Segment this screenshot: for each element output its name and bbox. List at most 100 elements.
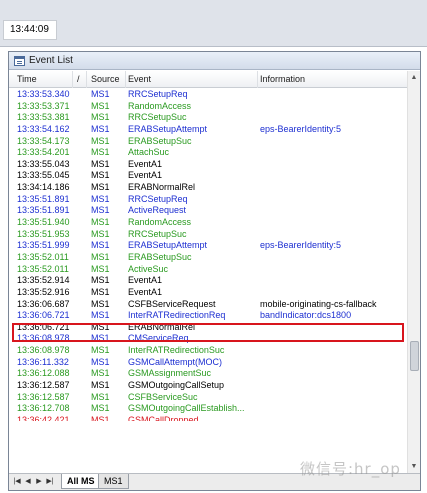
- table-row[interactable]: 13:36:12.088 MS1 GSMAssignmentSuc: [9, 368, 407, 380]
- table-row[interactable]: 13:36:12.587 MS1 CSFBServiceSuc: [9, 392, 407, 404]
- last-icon[interactable]: ▶|: [45, 476, 55, 488]
- row-time: 13:36:08.978: [17, 345, 70, 356]
- row-source: MS1: [91, 182, 110, 193]
- row-event: RandomAccess: [128, 100, 192, 111]
- table-row[interactable]: 13:34:14.186 MS1 ERABNormalRel: [9, 182, 407, 194]
- row-time: 13:33:54.162: [17, 123, 70, 134]
- row-event: GSMOutgoingCallSetup: [128, 380, 225, 391]
- row-event: GSMCallAttempt(MOC): [128, 356, 223, 367]
- row-source: MS1: [91, 286, 110, 297]
- row-event: ERABSetupSuc: [128, 135, 192, 146]
- column-header-event[interactable]: Event: [126, 71, 258, 88]
- table-row[interactable]: 13:35:52.011 MS1 ActiveSuc: [9, 264, 407, 276]
- row-source: MS1: [91, 263, 110, 274]
- row-source: MS1: [91, 170, 110, 181]
- row-event: ActiveSuc: [128, 263, 169, 274]
- column-header-source[interactable]: Source: [87, 71, 126, 88]
- table-row[interactable]: 13:36:06.721 MS1 InterRATRedirectionReq ban…: [9, 310, 407, 322]
- table-row[interactable]: 13:36:42.421 MS1 GSMCallDropped: [9, 415, 407, 421]
- table-row[interactable]: 13:35:51.891 MS1 RRCSetupReq: [9, 194, 407, 206]
- table-row[interactable]: 13:35:52.914 MS1 EventA1: [9, 275, 407, 287]
- row-time: 13:36:06.687: [17, 298, 70, 309]
- row-time: 13:35:51.940: [17, 217, 70, 228]
- table-row[interactable]: 13:36:08.978 MS1 InterRATRedirectionSuc: [9, 345, 407, 357]
- row-source: MS1: [91, 310, 110, 321]
- scroll-down-icon[interactable]: ▼: [408, 460, 420, 473]
- row-time: 13:36:12.088: [17, 368, 70, 379]
- column-header-time[interactable]: Time: [9, 71, 73, 88]
- scroll-thumb[interactable]: [410, 341, 419, 371]
- row-event: ERABSetupSuc: [128, 251, 192, 262]
- table-row[interactable]: 13:35:51.940 MS1 RandomAccess: [9, 217, 407, 229]
- row-information: eps-BearerIdentity:5: [260, 240, 342, 251]
- row-event: InterRATRedirectionSuc: [128, 345, 225, 356]
- row-event: CSFBServiceSuc: [128, 391, 198, 402]
- row-event: EventA1: [128, 286, 163, 297]
- table-row[interactable]: 13:33:53.340 MS1 RRCSetupReq: [9, 89, 407, 101]
- row-time: 13:33:54.201: [17, 147, 70, 158]
- row-source: MS1: [91, 228, 110, 239]
- table-row[interactable]: 13:33:54.201 MS1 AttachSuc: [9, 147, 407, 159]
- row-time: 13:36:12.587: [17, 380, 70, 391]
- row-source: MS1: [91, 193, 110, 204]
- table-row[interactable]: 13:36:11.332 MS1 GSMCallAttempt(MOC): [9, 357, 407, 369]
- row-source: MS1: [91, 158, 110, 169]
- row-event: EventA1: [128, 158, 163, 169]
- table-row[interactable]: 13:35:51.891 MS1 ActiveRequest: [9, 205, 407, 217]
- row-source: MS1: [91, 368, 110, 379]
- row-time: 13:35:52.916: [17, 286, 70, 297]
- window-title: Event List: [29, 55, 73, 66]
- table-row[interactable]: 13:36:06.687 MS1 CSFBServiceRequest mobile-…: [9, 299, 407, 311]
- row-source: MS1: [91, 240, 110, 251]
- row-source: MS1: [91, 298, 110, 309]
- table-row[interactable]: 13:35:52.916 MS1 EventA1: [9, 287, 407, 299]
- row-information: eps-BearerIdentity:5: [260, 123, 342, 134]
- table-row[interactable]: 13:33:53.381 MS1 RRCSetupSuc: [9, 112, 407, 124]
- highlight-box: [12, 323, 404, 342]
- row-time: 13:33:53.340: [17, 89, 70, 99]
- event-list-window: Event List Time / Source Event Informati…: [8, 51, 421, 491]
- row-source: MS1: [91, 356, 110, 367]
- table-row[interactable]: 13:35:51.953 MS1 RRCSetupSuc: [9, 229, 407, 241]
- prev-icon[interactable]: ◀: [23, 476, 33, 488]
- table-row[interactable]: 13:36:12.708 MS1 GSMOutgoingCallEstablish.…: [9, 403, 407, 415]
- table-row[interactable]: 13:36:12.587 MS1 GSMOutgoingCallSetup: [9, 380, 407, 392]
- table-row[interactable]: 13:33:54.173 MS1 ERABSetupSuc: [9, 136, 407, 148]
- table-row[interactable]: 13:33:55.045 MS1 EventA1: [9, 170, 407, 182]
- next-icon[interactable]: ▶: [34, 476, 44, 488]
- row-source: MS1: [91, 380, 110, 391]
- table-row[interactable]: 13:35:52.011 MS1 ERABSetupSuc: [9, 252, 407, 264]
- list-icon: [14, 56, 25, 66]
- row-event: GSMCallDropped: [128, 414, 199, 421]
- row-time: 13:36:12.587: [17, 391, 70, 402]
- row-time: 13:36:12.708: [17, 403, 70, 414]
- row-time: 13:35:51.953: [17, 228, 70, 239]
- row-source: MS1: [91, 135, 110, 146]
- row-source: MS1: [91, 89, 110, 99]
- table-row[interactable]: 13:33:54.162 MS1 ERABSetupAttempt eps-Beare…: [9, 124, 407, 136]
- row-source: MS1: [91, 100, 110, 111]
- column-header: Time / Source Event Information: [9, 71, 407, 88]
- column-header-sort[interactable]: /: [73, 71, 87, 88]
- scroll-up-icon[interactable]: ▲: [408, 71, 420, 84]
- row-event: RRCSetupSuc: [128, 228, 187, 239]
- column-header-information[interactable]: Information: [258, 71, 407, 88]
- watermark: 微信号:hr_op: [300, 460, 401, 478]
- table-row[interactable]: 13:35:51.999 MS1 ERABSetupAttempt eps-Beare…: [9, 240, 407, 252]
- row-event: ActiveRequest: [128, 205, 187, 216]
- tab-all-ms[interactable]: All MS: [61, 474, 101, 489]
- row-time: 13:35:51.891: [17, 205, 70, 216]
- first-icon[interactable]: |◀: [12, 476, 22, 488]
- table-row[interactable]: 13:33:53.371 MS1 RandomAccess: [9, 101, 407, 113]
- row-time: 13:33:53.381: [17, 112, 70, 123]
- vertical-scrollbar[interactable]: ▲ ▼: [407, 71, 420, 473]
- table-row[interactable]: 13:33:55.043 MS1 EventA1: [9, 159, 407, 171]
- row-source: MS1: [91, 414, 110, 421]
- row-time: 13:33:55.043: [17, 158, 70, 169]
- window-titlebar[interactable]: Event List: [9, 52, 420, 70]
- tab-ms1[interactable]: MS1: [98, 474, 129, 489]
- row-time: 13:36:11.332: [17, 356, 69, 367]
- row-time: 13:33:55.045: [17, 170, 70, 181]
- row-source: MS1: [91, 345, 110, 356]
- row-event: RRCSetupSuc: [128, 112, 187, 123]
